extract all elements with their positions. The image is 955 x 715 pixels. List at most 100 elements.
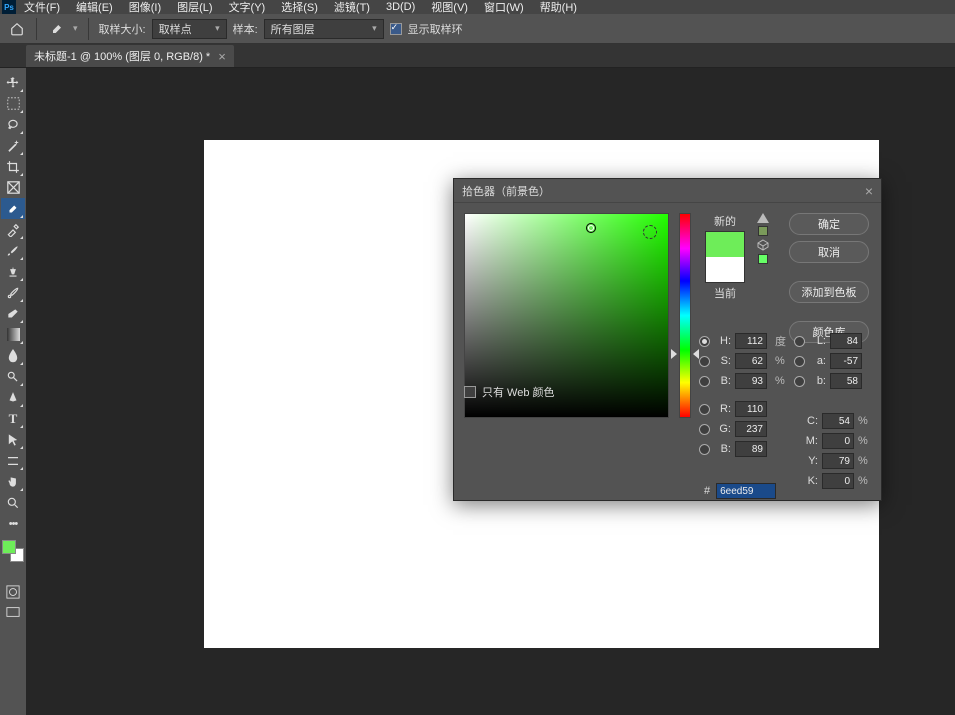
type-tool[interactable]: T	[1, 408, 25, 429]
show-ring-checkbox[interactable]	[390, 23, 402, 35]
history-brush-tool[interactable]	[1, 282, 25, 303]
radio-r[interactable]	[699, 404, 710, 415]
dialog-buttons: 确定 取消 添加到色板 颜色库	[789, 213, 869, 343]
blur-tool[interactable]	[1, 345, 25, 366]
menu-select[interactable]: 选择(S)	[273, 0, 326, 15]
dialog-titlebar[interactable]: 拾色器（前景色） ×	[454, 179, 881, 203]
input-g[interactable]	[735, 421, 767, 437]
path-select-tool[interactable]	[1, 429, 25, 450]
gradient-tool[interactable]	[1, 324, 25, 345]
cancel-button[interactable]: 取消	[789, 241, 869, 263]
add-swatch-button[interactable]: 添加到色板	[789, 281, 869, 303]
shape-tool[interactable]	[1, 450, 25, 471]
healing-brush-tool[interactable]	[1, 219, 25, 240]
chevron-down-icon: ▾	[372, 23, 377, 34]
radio-bb[interactable]	[699, 444, 710, 455]
menu-layer[interactable]: 图层(L)	[169, 0, 220, 15]
magic-wand-tool[interactable]	[1, 135, 25, 156]
input-hex[interactable]	[716, 483, 776, 499]
divider	[36, 18, 37, 40]
close-icon[interactable]: ×	[218, 49, 226, 64]
input-h[interactable]	[735, 333, 767, 349]
lasso-tool[interactable]	[1, 114, 25, 135]
radio-a[interactable]	[794, 356, 805, 367]
current-color-swatch[interactable]	[706, 257, 744, 282]
menu-3d[interactable]: 3D(D)	[378, 1, 423, 13]
tab-title: 未标题-1 @ 100% (图层 0, RGB/8) *	[34, 48, 210, 64]
zoom-tool[interactable]	[1, 492, 25, 513]
menu-type[interactable]: 文字(Y)	[221, 0, 274, 15]
input-r[interactable]	[735, 401, 767, 417]
lab-fields: L: a: b:	[794, 333, 866, 389]
crop-tool[interactable]	[1, 156, 25, 177]
option-bar: ▾ 取样大小: 取样点 ▾ 样本: 所有图层 ▾ 显示取样环	[0, 14, 955, 44]
tool-preset-chevron-icon[interactable]: ▾	[73, 23, 78, 34]
input-bv[interactable]	[735, 373, 767, 389]
dodge-tool[interactable]	[1, 366, 25, 387]
chevron-down-icon: ▾	[215, 23, 220, 34]
input-l[interactable]	[830, 333, 862, 349]
eraser-tool[interactable]	[1, 303, 25, 324]
edit-toolbar[interactable]: •••	[1, 513, 25, 534]
ok-button[interactable]: 确定	[789, 213, 869, 235]
ps-logo: Ps	[2, 0, 16, 14]
home-icon[interactable]	[8, 20, 26, 38]
new-color-swatch[interactable]	[706, 232, 744, 257]
brush-tool[interactable]	[1, 240, 25, 261]
radio-l[interactable]	[794, 336, 805, 347]
frame-tool[interactable]	[1, 177, 25, 198]
input-lab-b[interactable]	[830, 373, 862, 389]
radio-h[interactable]	[699, 336, 710, 347]
menu-help[interactable]: 帮助(H)	[532, 0, 585, 15]
marquee-tool[interactable]	[1, 93, 25, 114]
color-picker-dialog: 拾色器（前景色） × 新的	[453, 178, 882, 501]
menu-window[interactable]: 窗口(W)	[476, 0, 532, 15]
gamut-nearest-swatch[interactable]	[758, 226, 768, 236]
sample-size-label: 取样大小:	[99, 21, 146, 37]
clone-stamp-tool[interactable]	[1, 261, 25, 282]
input-y[interactable]	[822, 453, 854, 469]
sample-select[interactable]: 所有图层 ▾	[264, 19, 384, 39]
move-tool[interactable]	[1, 72, 25, 93]
web-safe-swatch[interactable]	[758, 254, 768, 264]
sample-size-select[interactable]: 取样点 ▾	[152, 19, 227, 39]
foreground-swatch[interactable]	[2, 540, 16, 554]
sample-label: 样本:	[233, 21, 258, 37]
input-k[interactable]	[822, 473, 854, 489]
show-ring-label: 显示取样环	[408, 21, 463, 37]
screenmode-button[interactable]	[1, 602, 25, 622]
quickmask-button[interactable]	[1, 582, 25, 602]
menu-image[interactable]: 图像(I)	[121, 0, 169, 15]
close-icon[interactable]: ×	[865, 183, 873, 199]
hand-tool[interactable]	[1, 471, 25, 492]
document-tab[interactable]: 未标题-1 @ 100% (图层 0, RGB/8) * ×	[26, 45, 234, 67]
web-only-checkbox[interactable]	[464, 386, 476, 398]
hue-slider[interactable]	[677, 213, 693, 418]
menu-view[interactable]: 视图(V)	[423, 0, 476, 15]
radio-g[interactable]	[699, 424, 710, 435]
input-bb[interactable]	[735, 441, 767, 457]
dialog-title: 拾色器（前景色）	[462, 183, 550, 199]
left-toolbar: T •••	[0, 68, 26, 715]
color-swatches[interactable]	[0, 540, 26, 574]
input-c[interactable]	[822, 413, 854, 429]
web-safe-cube-icon[interactable]	[757, 239, 769, 251]
eyedropper-icon[interactable]	[47, 19, 67, 39]
pen-tool[interactable]	[1, 387, 25, 408]
input-m[interactable]	[822, 433, 854, 449]
hex-row: #	[704, 483, 776, 499]
gamut-warning-icon[interactable]	[757, 213, 769, 223]
radio-s[interactable]	[699, 356, 710, 367]
sample-size-value: 取样点	[159, 21, 192, 37]
input-a[interactable]	[830, 353, 862, 369]
menu-filter[interactable]: 滤镜(T)	[326, 0, 378, 15]
main-area: T ••• 拾色器（前景色） ×	[0, 68, 955, 715]
menu-edit[interactable]: 编辑(E)	[68, 0, 121, 15]
canvas-area: 拾色器（前景色） × 新的	[26, 68, 955, 715]
radio-b[interactable]	[699, 376, 710, 387]
input-s[interactable]	[735, 353, 767, 369]
web-only-label: 只有 Web 颜色	[482, 384, 555, 400]
menu-file[interactable]: 文件(F)	[16, 0, 68, 15]
eyedropper-tool[interactable]	[1, 198, 25, 219]
radio-lab-b[interactable]	[794, 376, 805, 387]
